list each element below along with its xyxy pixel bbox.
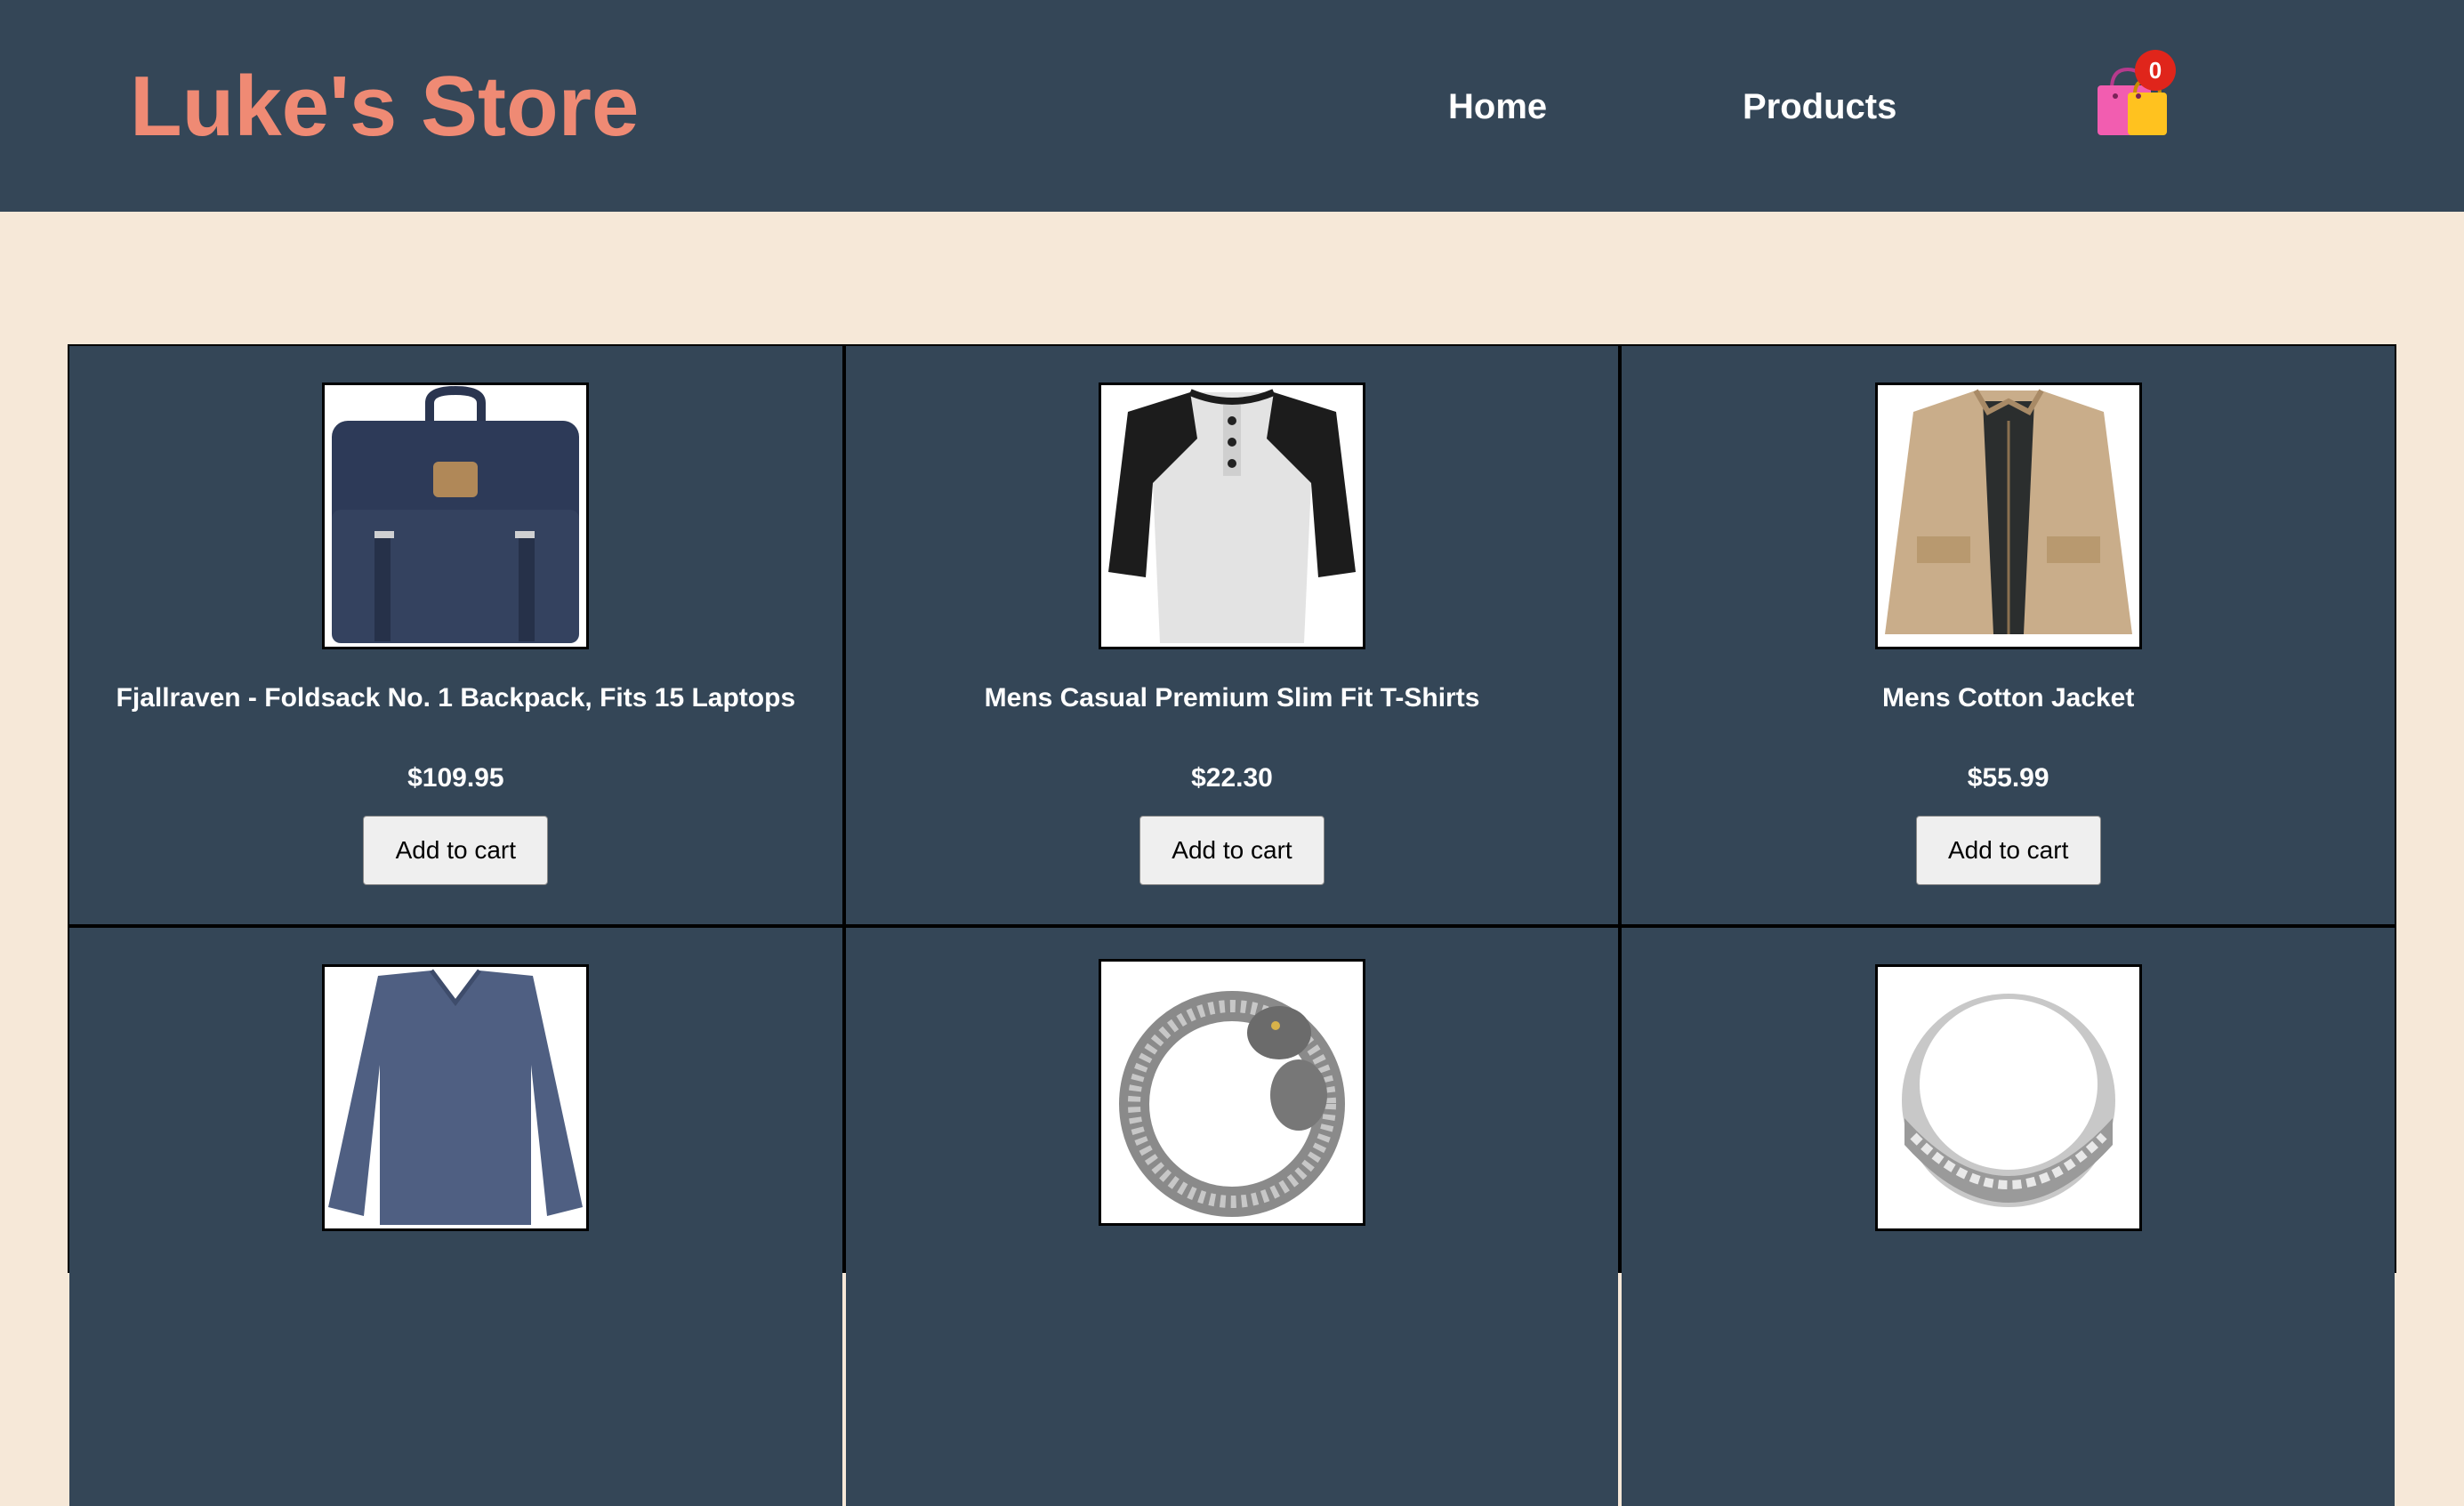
product-price: $55.99 [1967, 763, 2049, 793]
site-header: Luke's Store Home Products 0 [0, 0, 2464, 212]
add-to-cart-button[interactable]: Add to cart [363, 816, 549, 885]
product-card: Mens Cotton Jacket $55.99 Add to cart [1622, 346, 2395, 924]
store-logo[interactable]: Luke's Store [130, 53, 639, 160]
product-card [845, 928, 1619, 1506]
product-price: $109.95 [407, 763, 504, 793]
silver-ring-image [1874, 964, 2142, 1231]
product-title[interactable]: Mens Casual Premium Slim Fit T-Shirts [846, 681, 1619, 716]
product-title[interactable]: Mens Cotton Jacket [1622, 681, 2395, 716]
add-to-cart-button[interactable]: Add to cart [1139, 816, 1325, 885]
tshirt-image [1098, 383, 1365, 649]
nav-products-link[interactable]: Products [1743, 82, 1896, 132]
backpack-image [322, 383, 590, 649]
nav-home-link[interactable]: Home [1448, 82, 1547, 132]
product-card [1622, 928, 2395, 1506]
product-price: $22.30 [1191, 763, 1273, 793]
cart-count-badge: 0 [2135, 50, 2176, 91]
product-card [69, 928, 842, 1506]
product-title[interactable]: Fjallraven - Foldsack No. 1 Backpack, Fi… [69, 681, 842, 716]
jacket-image [1874, 383, 2142, 649]
product-card: Mens Casual Premium Slim Fit T-Shirts $2… [845, 346, 1619, 924]
long-sleeve-shirt-image [322, 964, 590, 1231]
product-card: Fjallraven - Foldsack No. 1 Backpack, Fi… [69, 346, 842, 924]
add-to-cart-button[interactable]: Add to cart [1915, 816, 2101, 885]
dragon-bracelet-image [1098, 959, 1365, 1226]
product-grid: Fjallraven - Foldsack No. 1 Backpack, Fi… [68, 344, 2396, 1506]
